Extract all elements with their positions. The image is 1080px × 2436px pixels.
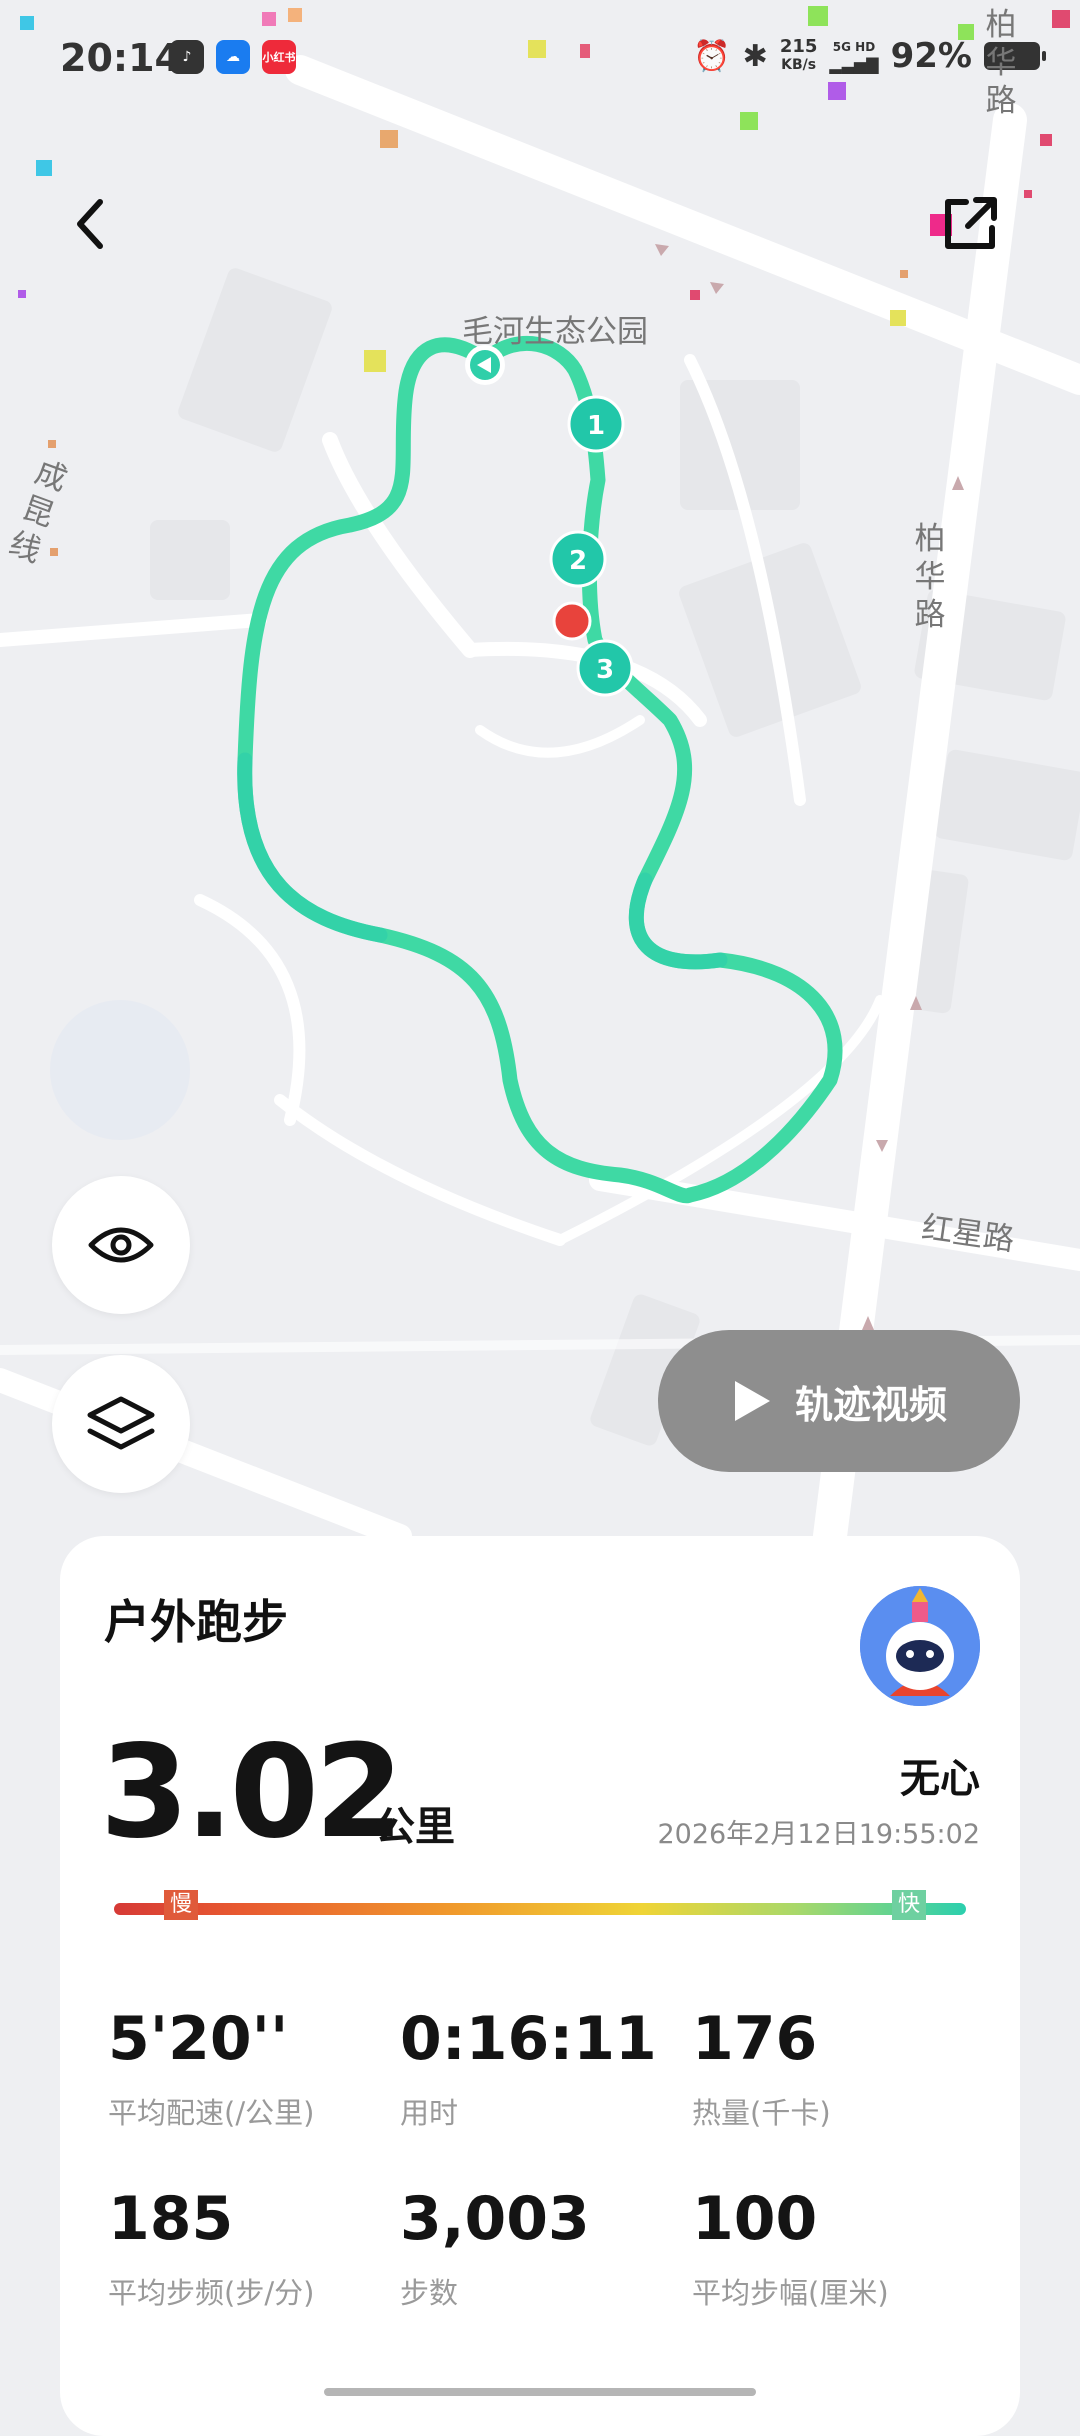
play-icon (734, 1381, 770, 1421)
stat-avg-stride: 100 平均步幅(厘米) (692, 2184, 889, 2310)
status-app-icons: ♪ ☁ 小红书 (170, 40, 296, 74)
workout-summary-card: 户外跑步 3.02 公里 无心 2026年2月12日19:55:02 慢 快 5… (60, 1536, 1020, 2436)
stat-calories: 176 热量(千卡) (692, 2004, 831, 2130)
stat-avg-cadence: 185 平均步频(步/分) (108, 2184, 315, 2310)
park-label: 毛河生态公园 (462, 314, 648, 350)
avatar-image (860, 1586, 980, 1706)
road-label-baihua-top: 柏华路 (985, 7, 1017, 119)
road-label-baihua: 柏华路 (914, 521, 946, 633)
map-layers-button[interactable] (52, 1355, 190, 1493)
cloud-app-icon: ☁ (216, 40, 250, 74)
home-indicator[interactable] (324, 2388, 756, 2396)
track-video-button[interactable]: 轨迹视频 (658, 1330, 1020, 1472)
layers-icon (87, 1396, 155, 1450)
pace-fast-label: 快 (892, 1890, 927, 1920)
eye-icon (88, 1227, 154, 1263)
workout-datetime: 2026年2月12日19:55:02 (657, 1819, 980, 1850)
km-marker-2-label: 2 (569, 546, 587, 576)
km-marker-1-label: 1 (587, 411, 605, 441)
signal-indicator: 5G HD ▂▃▅▇ (829, 40, 879, 74)
km-marker-3-label: 3 (596, 655, 614, 685)
distance-unit: 公里 (375, 1804, 455, 1850)
net-speed: 215 KB/s (779, 36, 818, 74)
back-button[interactable] (50, 184, 130, 264)
battery-percent: 92% (890, 36, 972, 76)
stat-duration: 0:16:11 用时 (400, 2004, 657, 2130)
xiaohongshu-icon: 小红书 (262, 40, 296, 74)
visibility-toggle-button[interactable] (52, 1176, 190, 1314)
signal-icon: ▂▃▅▇ (829, 55, 879, 74)
bluetooth-icon: ✱ (742, 38, 768, 74)
distance-value: 3.02 (100, 1718, 404, 1867)
user-name: 无心 (900, 1756, 980, 1802)
status-time: 20:14 (60, 36, 181, 80)
tiktok-icon: ♪ (170, 40, 204, 74)
stat-steps: 3,003 步数 (400, 2184, 590, 2310)
back-arrow-icon (77, 199, 103, 249)
alarm-icon: ⏰ (693, 38, 731, 74)
pace-gradient-bar (114, 1903, 966, 1915)
pace-slow-label: 慢 (164, 1890, 199, 1920)
status-bar: 20:14 ♪ ☁ 小红书 ⏰ ✱ 215 KB/s 5G HD ▂▃▅▇ 92… (60, 36, 1046, 86)
share-button[interactable] (930, 184, 1010, 264)
avatar[interactable] (860, 1586, 980, 1706)
share-external-icon (945, 197, 997, 249)
workout-type-title: 户外跑步 (104, 1595, 288, 1649)
stat-avg-pace: 5'20'' 平均配速(/公里) (108, 2004, 315, 2130)
track-video-label: 轨迹视频 (794, 1382, 947, 1427)
